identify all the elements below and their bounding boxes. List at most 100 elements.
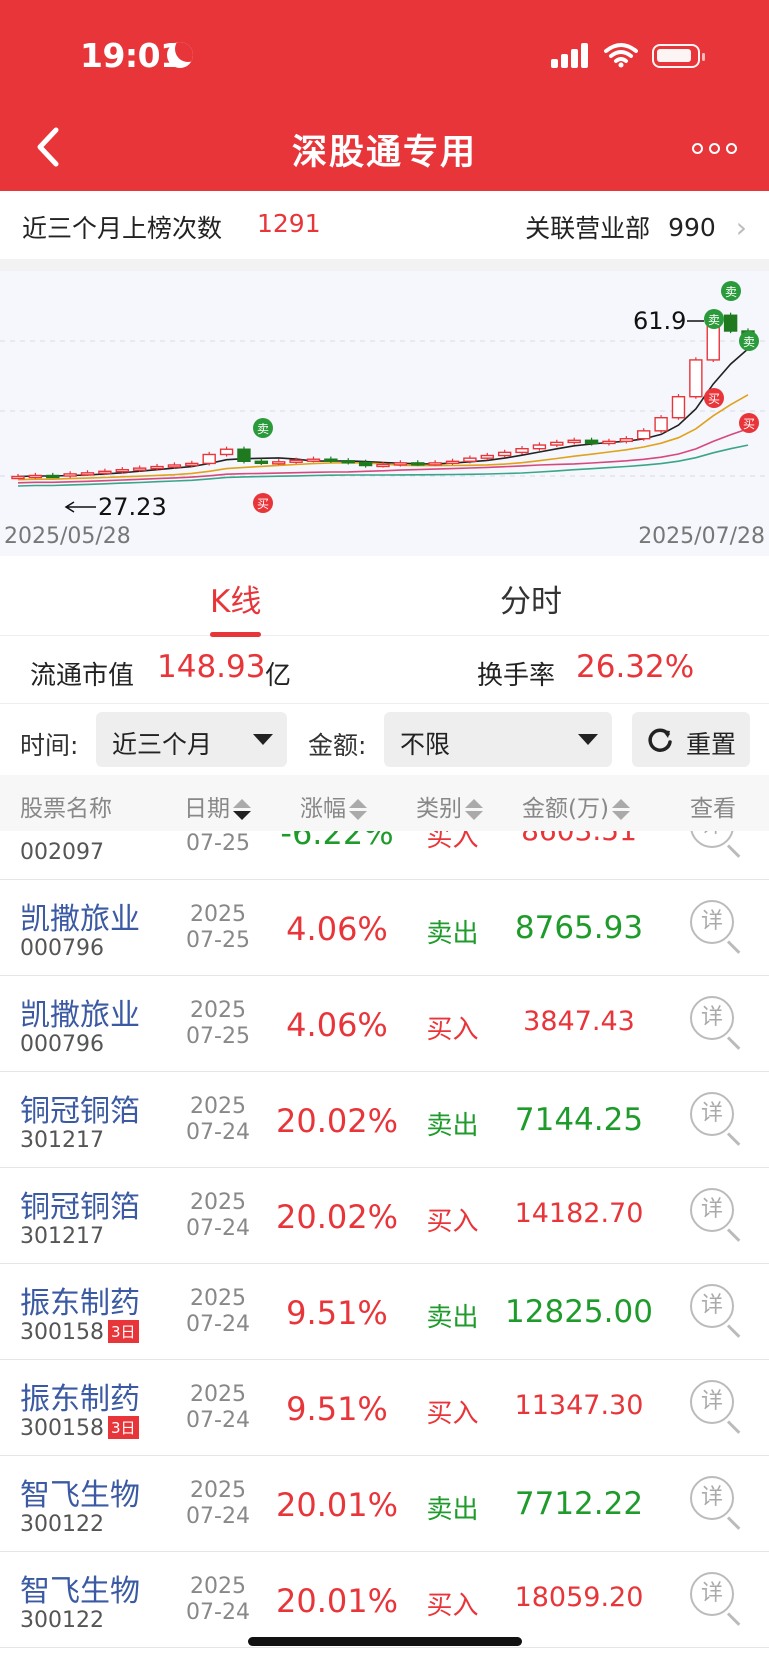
stock-name[interactable]: 智飞生物 [20,1566,140,1610]
buy-marker: 买 [704,388,724,408]
candle-body [306,458,321,462]
trade-month-day: 07-24 [186,1504,250,1529]
stock-name[interactable]: 铜冠铜箔 [20,1182,140,1226]
header-type-sort[interactable]: 类别 [416,789,483,823]
low-price-label: 27.23 [98,493,167,521]
detail-button[interactable]: 详 [690,1572,742,1628]
buy-marker: 买 [253,493,273,513]
stock-code: 000796 [20,936,104,961]
reset-button[interactable]: 重置 [632,712,750,767]
dropdown-caret-icon [578,734,598,745]
home-indicator [248,1637,522,1646]
sell-marker: 卖 [739,331,759,351]
listing-count-value: 1291 [257,209,321,238]
related-branches-label: 关联营业部 [525,214,651,243]
detail-button[interactable]: 详 [690,1380,742,1436]
detail-button[interactable]: 详 [690,1092,742,1148]
trade-amount: 14182.70 [514,1198,644,1229]
stock-code-line: 300158 3日 [20,1320,139,1345]
battery-icon [652,44,705,68]
candle-body [202,453,216,465]
candle-body [341,460,355,464]
top-bar: 19:01 深股通专用 [0,0,769,191]
chart-tabs: K线 分时 [0,556,769,637]
table-row[interactable]: 振东制药 300158 3日 2025 07-24 9.51% 买入 11347.30 详 [0,1360,769,1456]
change-pct: 20.01% [275,1486,398,1524]
lhb-table[interactable]: 002097 07-25 -6.22% 买入 8603.51 详 凯撒旅业000… [0,831,769,1665]
time-filter-label: 时间: [20,731,79,760]
stock-name[interactable]: 振东制药 [20,1278,140,1322]
trade-month-day: 07-24 [186,1408,250,1433]
header-date: 日期 [184,796,230,822]
stock-name[interactable]: 凯撒旅业 [20,894,140,938]
table-row[interactable]: 铜冠铜箔 301217 2025 07-24 20.02% 卖出 7144.25 详 [0,1072,769,1168]
table-row-partial[interactable]: 002097 07-25 -6.22% 买入 8603.51 详 [0,831,769,880]
header-date-sort[interactable]: 日期 [184,789,251,823]
trade-amount: 8603.51 [500,831,658,847]
detail-button[interactable]: 详 [690,1188,742,1244]
float-cap-value: 148.93 [157,649,266,685]
more-options-button[interactable] [692,138,742,158]
candle-body [463,457,477,463]
stock-name[interactable]: 凯撒旅业 [20,990,140,1034]
stock-name[interactable]: 铜冠铜箔 [20,1086,140,1130]
change-pct: 9.51% [286,1390,388,1428]
stock-code-line: 300158 3日 [20,1416,139,1441]
header-name: 股票名称 [20,796,112,822]
candle-body [185,462,199,467]
trade-year: 2025 [190,902,246,927]
magnifier-detail-icon: 详 [690,1380,734,1424]
time-filter-select[interactable]: 近三个月 [96,712,287,767]
stock-name[interactable]: 振东制药 [20,1374,140,1418]
candle-body [289,459,303,463]
candle-body [532,444,547,450]
wifi-icon [604,43,638,68]
sell-marker-label: 卖 [257,422,269,436]
table-row[interactable]: 凯撒旅业 000796 2025 07-25 4.06% 卖出 8765.93 详 [0,880,769,976]
candle-body [445,460,460,465]
trade-month-day: 07-25 [186,928,250,953]
stock-name[interactable]: 智飞生物 [20,1470,140,1514]
kline-chart[interactable]: 卖买卖卖卖买买 27.23 61.9 2025/05/28 2025/07/28 [0,271,769,556]
float-cap-unit: 亿 [265,661,292,691]
sell-marker-label: 卖 [725,285,737,299]
trade-type: 买入 [426,1591,479,1621]
candle-body [619,438,634,443]
table-row[interactable]: 铜冠铜箔 301217 2025 07-24 20.02% 买入 14182.70 详 [0,1168,769,1264]
candle-body [689,359,703,398]
metrics-row: 流通市值 148.93 亿 换手率 26.32% [0,637,769,703]
trade-month-day: 07-24 [186,1312,250,1337]
table-row[interactable]: 智飞生物 300122 2025 07-24 20.01% 卖出 7712.22 详 [0,1456,769,1552]
detail-button[interactable]: 详 [690,1476,742,1532]
table-row[interactable]: 凯撒旅业 000796 2025 07-25 4.06% 买入 3847.43 详 [0,976,769,1072]
trade-amount: 7144.25 [514,1102,644,1138]
tab-intraday[interactable]: 分时 [500,576,562,621]
detail-button[interactable]: 详 [690,996,742,1052]
candle-body [254,460,269,465]
table-row[interactable]: 振东制药 300158 3日 2025 07-24 9.51% 卖出 12825.00 详 [0,1264,769,1360]
amount-filter-select[interactable]: 不限 [384,712,612,767]
trade-date: 2025 07-24 [180,1190,256,1242]
tab-kline[interactable]: K线 [210,576,262,637]
turnover-label: 换手率 [477,661,556,691]
low-arrow [64,501,96,513]
sort-desc-icon [233,798,251,822]
magnifier-detail-icon: 详 [690,996,734,1040]
streak-badge: 3日 [107,1416,139,1439]
candle-body [46,474,60,479]
table-row[interactable]: 智飞生物 300122 2025 07-24 20.01% 买入 18059.20 详 [0,1552,769,1648]
trade-type: 卖出 [426,1111,479,1141]
related-branches-link[interactable]: 关联营业部 990 › [525,209,747,245]
header-type: 类别 [416,796,462,822]
candle-body [654,417,668,432]
trade-date: 07-25 [186,831,250,856]
detail-button[interactable]: 详 [690,1284,742,1340]
detail-button[interactable]: 详 [690,831,742,860]
filter-bar: 时间: 近三个月 金额: 不限 重置 [0,703,769,775]
detail-button[interactable]: 详 [690,900,742,956]
related-branches-count: 990 [668,212,716,242]
header-change-sort[interactable]: 涨幅 [300,789,367,823]
trade-type: 卖出 [426,919,479,949]
candle-body [132,467,147,471]
header-amount-sort[interactable]: 金额(万) [522,789,630,823]
